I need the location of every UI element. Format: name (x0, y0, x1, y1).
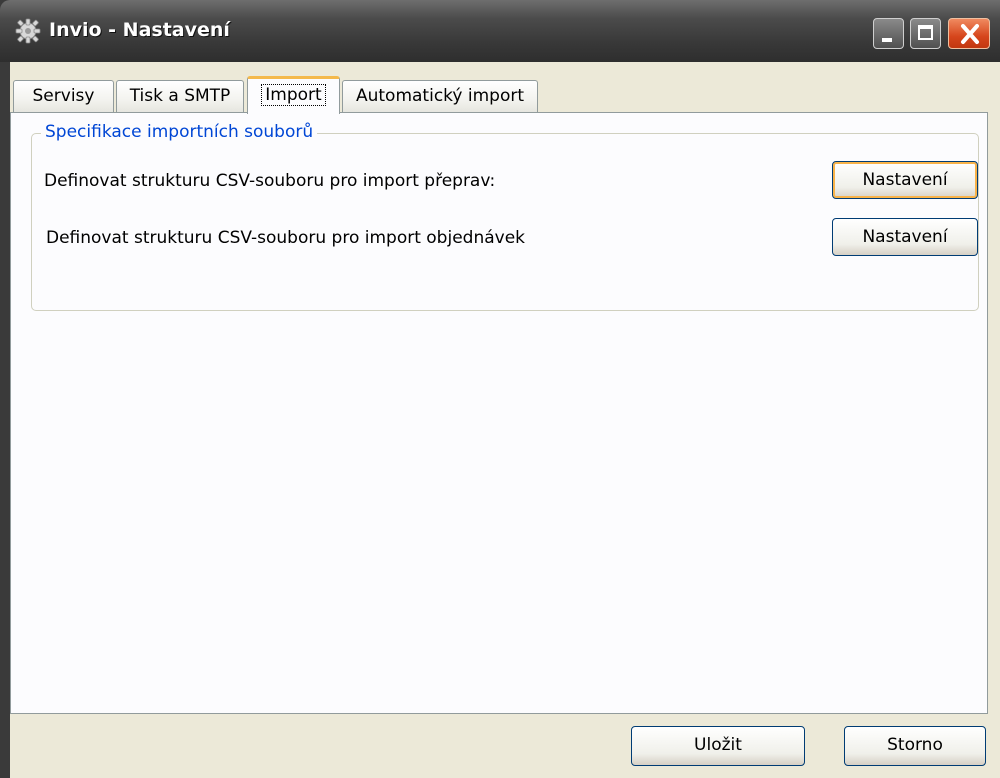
tab-import[interactable]: Import (247, 76, 340, 114)
maximize-icon (918, 25, 933, 40)
tab-label: Tisk a SMTP (129, 86, 231, 106)
tab-label: Servisy (32, 86, 95, 106)
title-bar[interactable]: Invio - Nastavení (0, 0, 1000, 62)
close-icon (961, 24, 979, 44)
tab-tisk-smtp[interactable]: Tisk a SMTP (116, 80, 244, 112)
button-label: Nastavení (862, 170, 948, 190)
close-button[interactable] (948, 18, 990, 49)
minimize-button[interactable] (873, 18, 904, 49)
maximize-button[interactable] (910, 18, 941, 49)
tab-label: Automatický import (355, 86, 525, 106)
groupbox-title: Specifikace importních souborů (41, 121, 318, 143)
window-title: Invio - Nastavení (49, 19, 230, 41)
settings-window: Invio - Nastavení Servisy Tisk a SMTP Im… (0, 0, 1000, 778)
tab-servisy[interactable]: Servisy (13, 80, 114, 112)
gear-icon (15, 18, 41, 44)
tab-automaticky-import[interactable]: Automatický import (342, 80, 538, 112)
orders-import-label: Definovat strukturu CSV-souboru pro impo… (46, 228, 526, 248)
button-label: Nastavení (862, 227, 948, 247)
dialog-client-area: Servisy Tisk a SMTP Import Automatický i… (10, 62, 1000, 778)
tab-strip: Servisy Tisk a SMTP Import Automatický i… (10, 70, 1000, 114)
button-label: Storno (887, 735, 943, 755)
import-tab-panel: Specifikace importních souborů Definovat… (10, 112, 988, 714)
orders-settings-button[interactable]: Nastavení (832, 218, 978, 256)
transport-settings-button[interactable]: Nastavení (832, 161, 978, 199)
save-button[interactable]: Uložit (631, 726, 805, 766)
minimize-icon (882, 38, 892, 42)
cancel-button[interactable]: Storno (844, 726, 986, 766)
tab-label: Import (261, 84, 326, 106)
transport-import-label: Definovat strukturu CSV-souboru pro impo… (44, 171, 496, 191)
button-label: Uložit (694, 735, 742, 755)
